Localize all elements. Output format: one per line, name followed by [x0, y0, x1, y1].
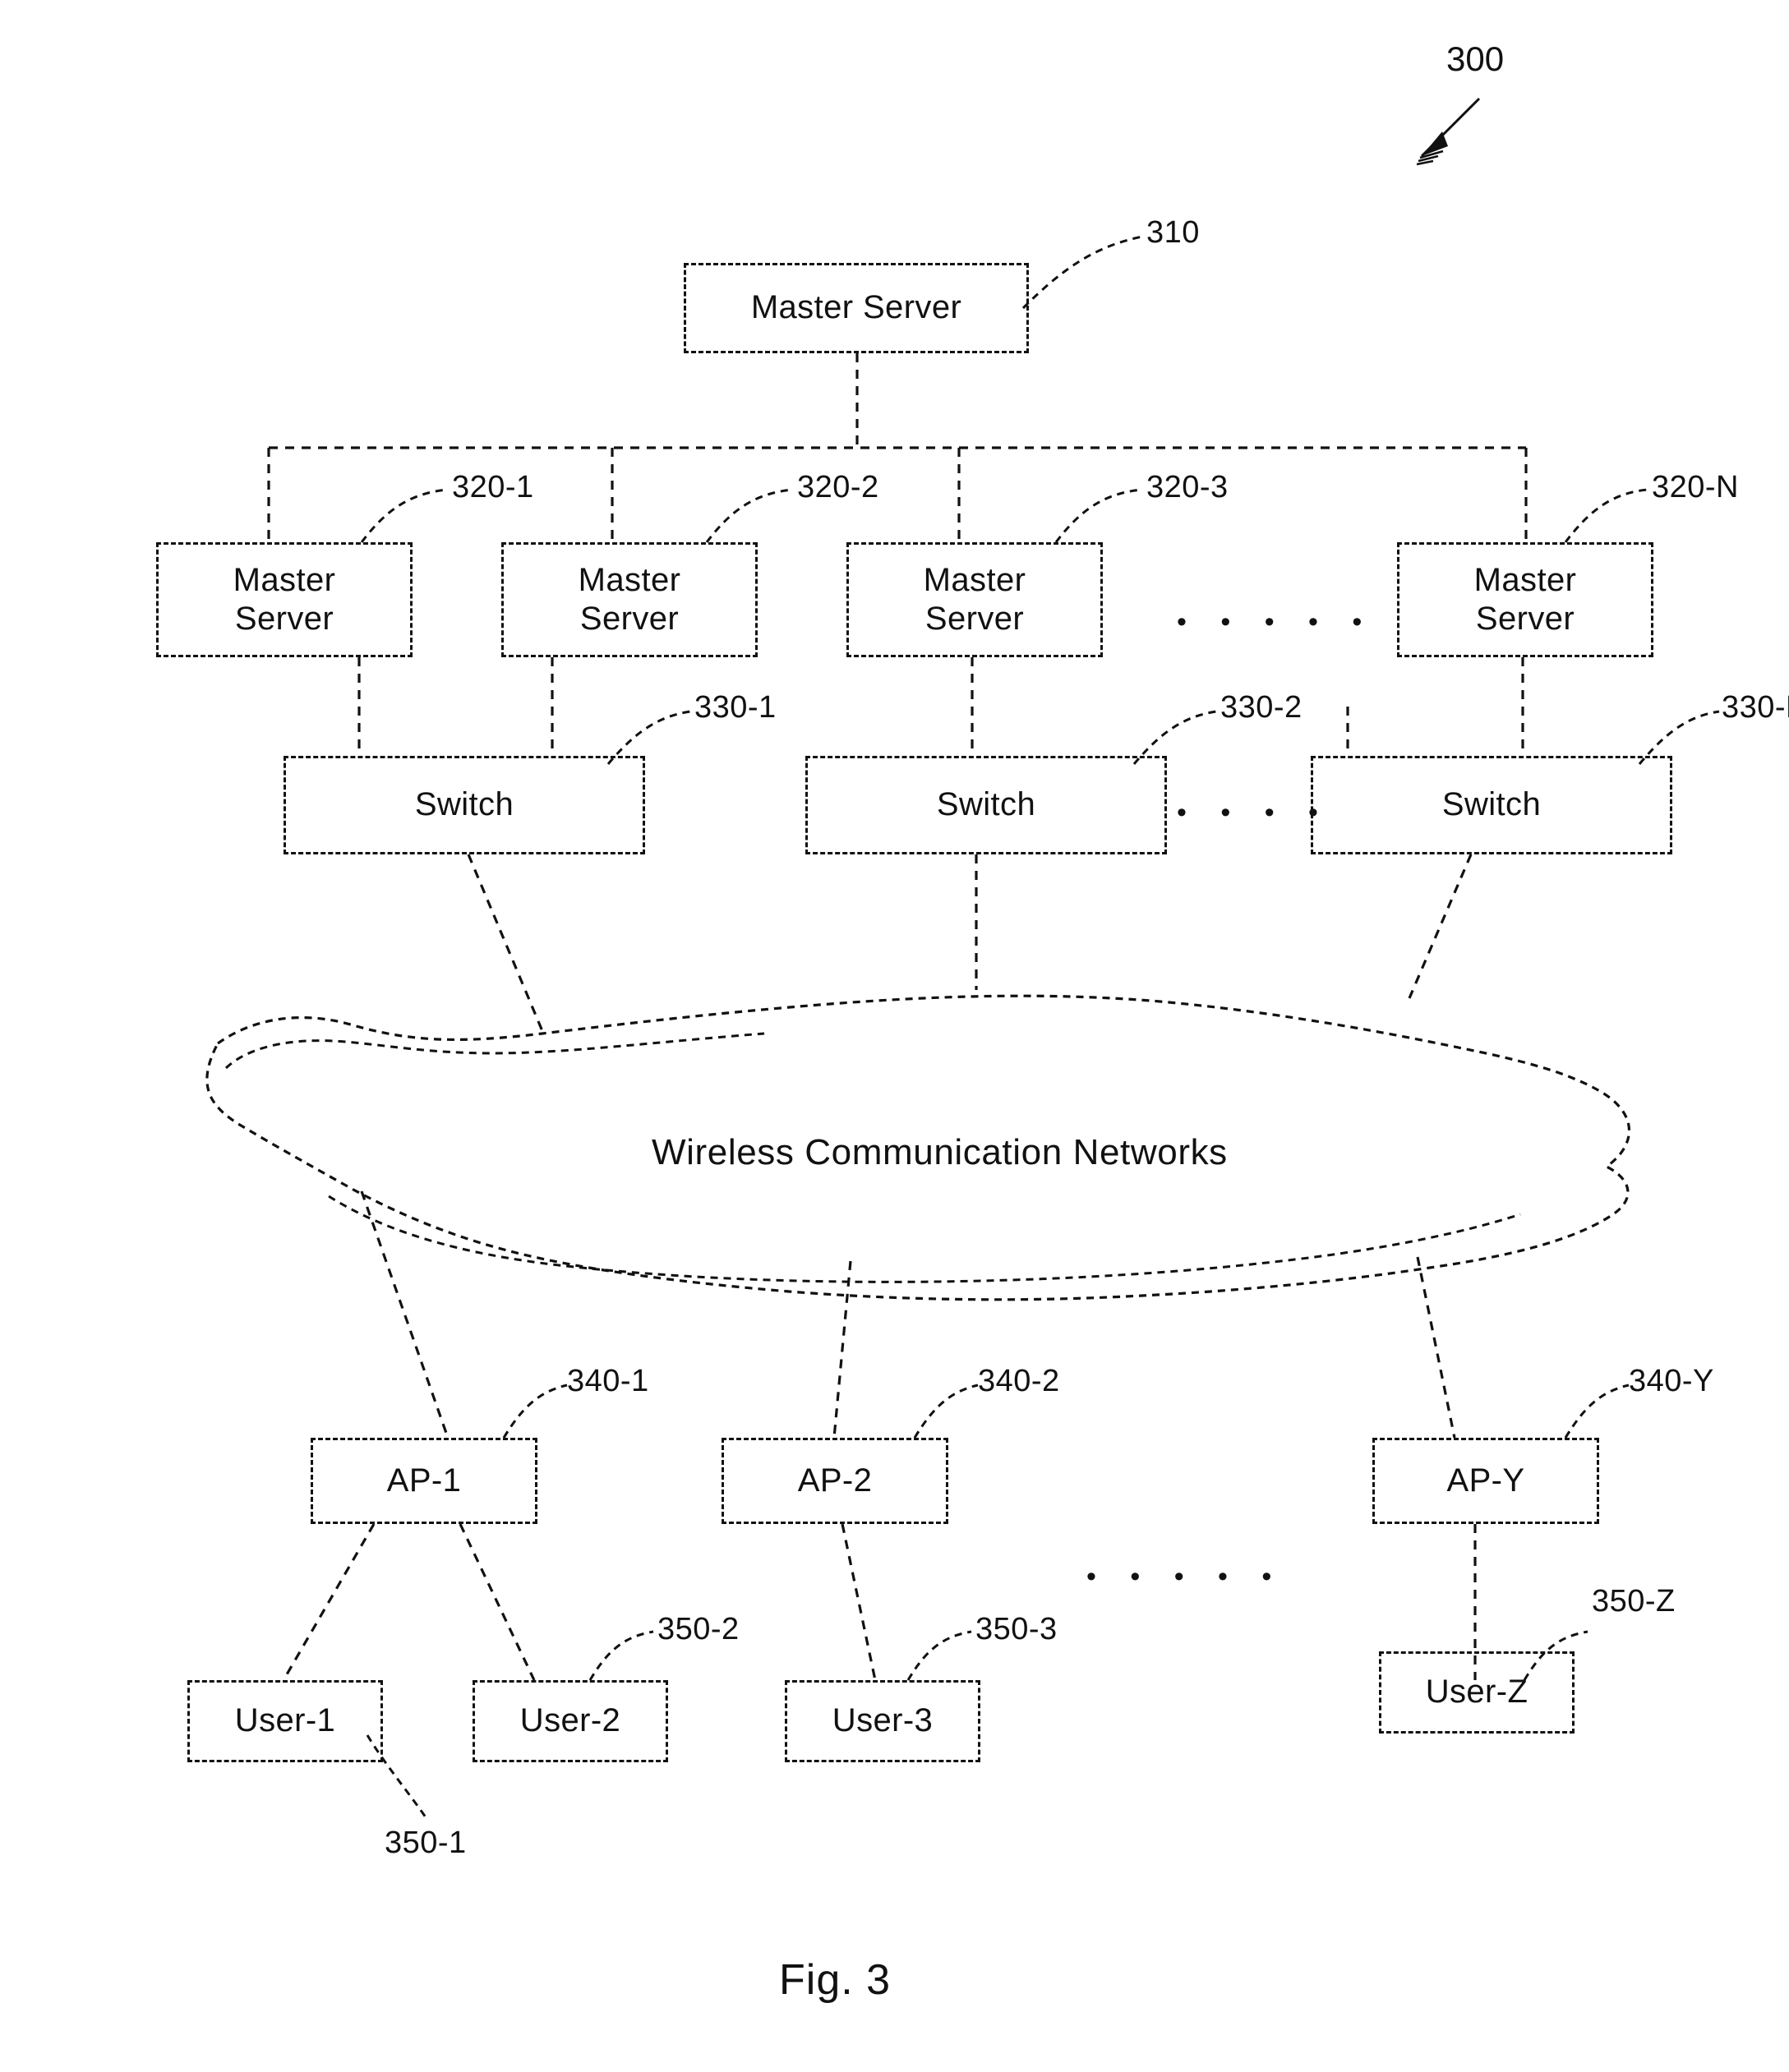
node-master-server-320-N[interactable]: Master Server	[1397, 542, 1653, 657]
node-user-350-Z[interactable]: User-Z	[1379, 1651, 1575, 1734]
ref-310: 310	[1146, 215, 1200, 250]
patent-figure-page: 300 Master Server 310 Master Server 320-…	[0, 0, 1789, 2072]
ref-330-M: 330-M	[1722, 690, 1789, 725]
figure-caption: Fig. 3	[779, 1956, 892, 2004]
link-ap-1-to-user-1	[282, 1523, 376, 1681]
leader-340-1	[502, 1384, 568, 1439]
node-label-master-server-320-3: Master Server	[923, 561, 1026, 637]
node-label-master-server-310: Master Server	[750, 289, 962, 326]
cloud-inner-contour-bottom	[328, 1195, 1521, 1283]
leader-340-2	[913, 1384, 979, 1439]
ellipsis-user-row: • • • • •	[1086, 1561, 1285, 1592]
figure-300-leader	[1416, 97, 1481, 166]
node-label-access-point-340-1: AP-1	[386, 1462, 462, 1499]
node-switch-330-M[interactable]: Switch	[1311, 756, 1672, 854]
link-cloud-to-ap-y	[1416, 1256, 1456, 1439]
leader-320-1	[360, 488, 449, 543]
node-label-user-350-3: User-3	[832, 1702, 934, 1739]
node-label-switch-330-M: Switch	[1441, 786, 1542, 823]
link-cloud-to-ap-1	[360, 1190, 450, 1439]
node-label-master-server-320-2: Master Server	[578, 561, 681, 637]
leader-320-N	[1564, 488, 1648, 543]
leader-310	[1021, 235, 1143, 310]
ref-330-2: 330-2	[1220, 690, 1303, 725]
leader-350-2	[588, 1630, 654, 1681]
leader-350-3	[906, 1630, 972, 1681]
link-cloud-to-ap-2	[832, 1260, 852, 1439]
ref-320-3: 320-3	[1146, 470, 1229, 504]
node-access-point-340-Y[interactable]: AP-Y	[1372, 1438, 1599, 1524]
ref-320-N: 320-N	[1652, 470, 1739, 504]
ref-350-Z: 350-Z	[1592, 1584, 1676, 1618]
node-label-switch-330-2: Switch	[936, 786, 1036, 823]
node-label-master-server-320-N: Master Server	[1473, 561, 1577, 637]
leader-320-3	[1054, 488, 1143, 543]
cloud-inner-contour-top	[224, 1032, 765, 1070]
node-switch-330-2[interactable]: Switch	[805, 756, 1167, 854]
node-user-350-3[interactable]: User-3	[785, 1680, 980, 1762]
node-switch-330-1[interactable]: Switch	[284, 756, 645, 854]
node-access-point-340-1[interactable]: AP-1	[311, 1438, 537, 1524]
ellipsis-switch-row: • • • •	[1177, 797, 1331, 828]
ref-330-1: 330-1	[694, 690, 777, 725]
ref-350-1: 350-1	[385, 1826, 467, 1860]
node-label-user-350-Z: User-Z	[1425, 1674, 1528, 1711]
ref-320-2: 320-2	[797, 470, 879, 504]
node-label-user-350-1: User-1	[234, 1702, 336, 1739]
node-master-server-320-3[interactable]: Master Server	[846, 542, 1103, 657]
link-ap-1-to-user-2	[459, 1523, 536, 1681]
node-master-server-320-2[interactable]: Master Server	[501, 542, 758, 657]
link-ap-2-to-user-3	[841, 1523, 877, 1681]
node-user-350-1[interactable]: User-1	[187, 1680, 383, 1762]
node-master-server-320-1[interactable]: Master Server	[156, 542, 413, 657]
figure-number-300: 300	[1446, 39, 1505, 78]
node-access-point-340-2[interactable]: AP-2	[722, 1438, 948, 1524]
ellipsis-master-server-row: • • • • •	[1177, 606, 1376, 638]
ref-340-1: 340-1	[567, 1364, 649, 1398]
node-user-350-2[interactable]: User-2	[473, 1680, 668, 1762]
ref-320-1: 320-1	[452, 470, 534, 504]
leader-340-Y	[1564, 1384, 1630, 1439]
node-label-access-point-340-2: AP-2	[797, 1462, 873, 1499]
node-label-access-point-340-Y: AP-Y	[1446, 1462, 1525, 1499]
node-master-server-310[interactable]: Master Server	[684, 263, 1029, 353]
ref-350-3: 350-3	[975, 1612, 1058, 1646]
node-label-switch-330-1: Switch	[414, 786, 514, 823]
cloud-label-wireless-networks: Wireless Communication Networks	[652, 1132, 1228, 1172]
node-label-master-server-320-1: Master Server	[233, 561, 336, 637]
leader-320-2	[705, 488, 794, 543]
link-330-1-to-cloud	[467, 854, 544, 1032]
link-330-M-to-cloud	[1408, 854, 1473, 999]
ref-340-Y: 340-Y	[1629, 1364, 1714, 1398]
node-label-user-350-2: User-2	[519, 1702, 621, 1739]
ref-350-2: 350-2	[657, 1612, 740, 1646]
ref-340-2: 340-2	[978, 1364, 1060, 1398]
